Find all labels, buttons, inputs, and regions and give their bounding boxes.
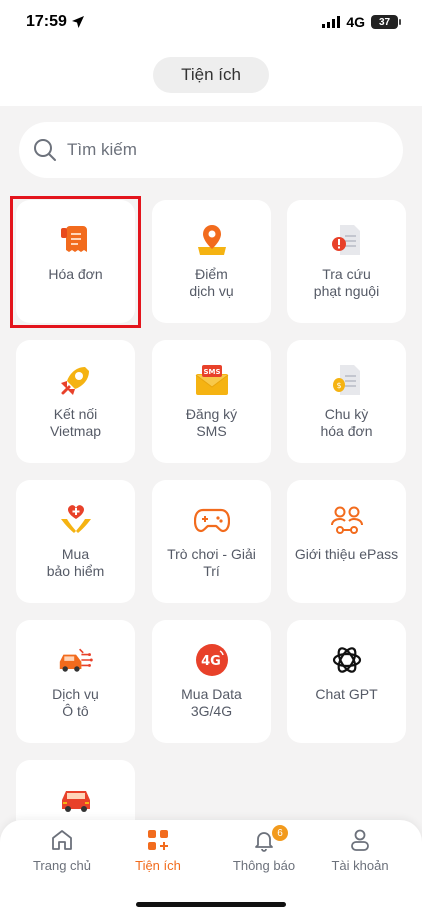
tile-label: Tra cứu phạt nguội xyxy=(313,266,380,299)
battery-level: 37 xyxy=(378,16,391,28)
search-icon xyxy=(34,139,56,161)
tile-dang-ky-sms[interactable]: SMS Đăng ký SMS xyxy=(152,340,271,463)
tab-label: Tiện ích xyxy=(135,858,181,873)
tile-tro-choi-giai-tri[interactable]: Trò chơi - Giải Trí xyxy=(152,480,271,603)
header: Tiện ích xyxy=(0,44,422,106)
tile-mua-data-3g-4g[interactable]: 4G Mua Data 3G/4G xyxy=(152,620,271,743)
tab-tien-ich[interactable]: Tiện ích xyxy=(108,828,208,873)
tile-label: Điểm dịch vụ xyxy=(189,266,234,299)
tile-label: Mua bảo hiểm xyxy=(46,546,105,579)
tile-label: Giới thiệu ePass xyxy=(294,546,399,562)
tab-label: Trang chủ xyxy=(32,858,92,873)
tile-chu-ky-hoa-don[interactable]: $ Chu kỳ hóa đơn xyxy=(287,340,406,463)
tab-trang-chu[interactable]: Trang chủ xyxy=(12,828,112,873)
network-type: 4G xyxy=(346,14,365,30)
signal-icon xyxy=(322,16,341,28)
bottom-tab-bar: Trang chủ Tiện ích 6 Thông báo Tài khoản xyxy=(0,820,422,913)
status-indicators: 4G 37 xyxy=(322,14,401,30)
battery-icon: 37 xyxy=(371,15,401,29)
status-time-text: 17:59 xyxy=(26,13,67,30)
tile-ket-noi-vietmap[interactable]: Kết nối Vietmap xyxy=(16,340,135,463)
grid-plus-icon xyxy=(148,830,168,850)
home-indicator xyxy=(136,902,286,907)
tab-label: Thông báo xyxy=(232,858,296,873)
location-arrow-icon xyxy=(71,16,84,28)
svg-text:SMS: SMS xyxy=(203,368,220,376)
tab-label: Tài khoản xyxy=(331,858,389,873)
tile-label: Đăng ký SMS xyxy=(185,406,238,439)
tile-label: Hóa đơn xyxy=(48,266,103,282)
svg-text:4G: 4G xyxy=(201,654,221,669)
document-alert-icon xyxy=(329,222,365,258)
tile-mua-bao-hiem[interactable]: Mua bảo hiểm xyxy=(16,480,135,603)
openai-icon xyxy=(329,642,365,678)
car-circuit-icon xyxy=(58,642,94,678)
sms-envelope-icon: SMS xyxy=(194,362,230,398)
rocket-link-icon xyxy=(58,362,94,398)
tab-tai-khoan[interactable]: Tài khoản xyxy=(310,828,410,873)
search-input[interactable]: Tìm kiếm xyxy=(19,122,403,178)
receipt-icon xyxy=(58,222,94,258)
tab-thong-bao[interactable]: 6 Thông báo xyxy=(214,825,314,873)
hands-heart-icon xyxy=(58,502,94,538)
tile-label: Kết nối Vietmap xyxy=(49,406,102,439)
4g-icon: 4G xyxy=(194,642,230,678)
tile-dich-vu-o-to[interactable]: Dịch vụ Ô tô xyxy=(16,620,135,743)
home-icon xyxy=(52,830,72,850)
users-share-icon xyxy=(329,502,365,538)
car-icon xyxy=(58,782,94,818)
tile-label: Chat GPT xyxy=(315,686,378,702)
tile-label: Chu kỳ hóa đơn xyxy=(320,406,373,439)
map-pin-icon xyxy=(194,222,230,258)
tile-label: Mua Data 3G/4G xyxy=(181,686,242,719)
gamepad-icon xyxy=(193,502,230,538)
user-icon xyxy=(351,829,369,851)
tile-chat-gpt[interactable]: Chat GPT xyxy=(287,620,406,743)
tile-gioi-thieu-epass[interactable]: Giới thiệu ePass xyxy=(287,480,406,603)
tile-label: Dịch vụ Ô tô xyxy=(52,686,99,719)
status-time: 17:59 xyxy=(26,13,85,31)
page-title: Tiện ích xyxy=(153,57,269,93)
search-placeholder: Tìm kiếm xyxy=(67,140,137,159)
notification-badge: 6 xyxy=(272,825,288,841)
tile-diem-dich-vu[interactable]: Điểm dịch vụ xyxy=(152,200,271,323)
svg-text:$: $ xyxy=(336,381,341,390)
document-coin-icon: $ xyxy=(329,362,365,398)
status-bar: 17:59 4G 37 xyxy=(0,0,422,44)
tile-hoa-don[interactable]: Hóa đơn xyxy=(16,200,135,323)
tile-label: Trò chơi - Giải Trí xyxy=(167,546,256,579)
tile-tra-cuu-phat-nguoi[interactable]: Tra cứu phạt nguội xyxy=(287,200,406,323)
